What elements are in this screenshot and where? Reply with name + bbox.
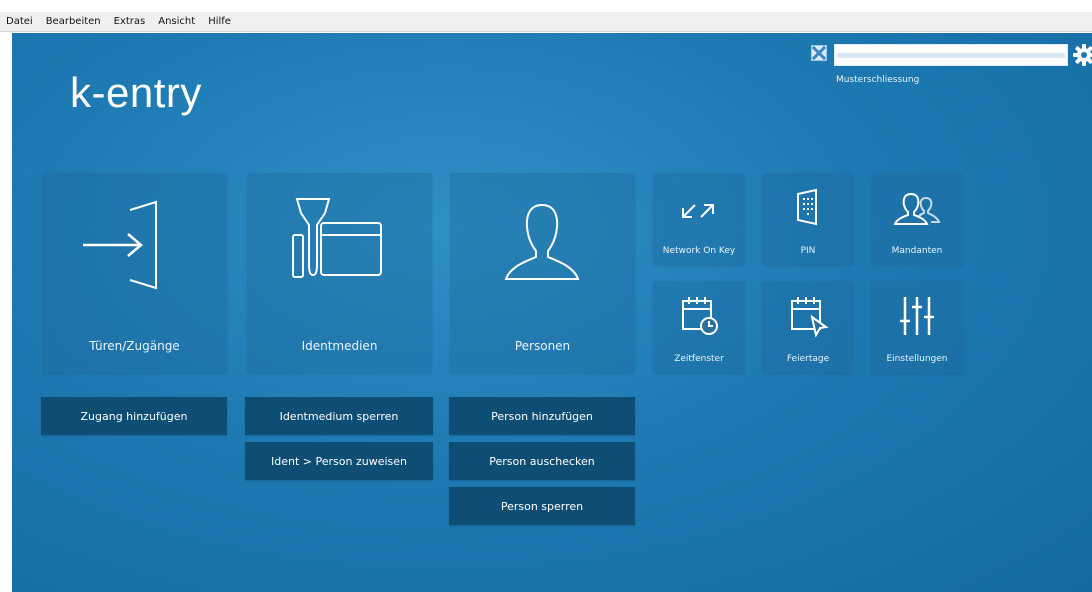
tile-label: Network On Key bbox=[662, 246, 736, 256]
tile-feiertage[interactable]: Feiertage bbox=[762, 281, 854, 373]
calendar-flag-icon bbox=[791, 297, 829, 337]
tile-label: Identmedien bbox=[301, 339, 378, 353]
person-auschecken-button[interactable]: Person auschecken bbox=[449, 442, 635, 480]
main-panel: k-entry Musterschliessung Türen/Zugänge … bbox=[12, 33, 1092, 592]
person-hinzufuegen-button[interactable]: Person hinzufügen bbox=[449, 397, 635, 435]
person-icon bbox=[504, 203, 580, 280]
tile-label: Personen bbox=[514, 339, 571, 353]
tile-label: Zeitfenster bbox=[674, 354, 724, 364]
menu-datei[interactable]: Datei bbox=[6, 16, 33, 27]
tile-label: Türen/Zugänge bbox=[89, 339, 180, 353]
user-selector-fill bbox=[837, 53, 1065, 58]
sync-arrows-icon bbox=[682, 204, 714, 218]
tile-label: Mandanten bbox=[891, 246, 943, 256]
tile-label: PIN bbox=[800, 246, 816, 256]
ident-person-zuweisen-button[interactable]: Ident > Person zuweisen bbox=[245, 442, 433, 480]
person-sperren-button[interactable]: Person sperren bbox=[449, 487, 635, 525]
keypad-icon bbox=[797, 188, 817, 226]
sliders-icon bbox=[900, 297, 934, 335]
user-name: Musterschliessung bbox=[836, 75, 920, 85]
tile-mandanten[interactable]: Mandanten bbox=[871, 173, 963, 265]
tile-tueren-zugaenge[interactable]: Türen/Zugänge bbox=[42, 173, 227, 373]
tile-einstellungen[interactable]: Einstellungen bbox=[871, 281, 963, 373]
menu-hilfe[interactable]: Hilfe bbox=[208, 16, 231, 27]
app-logo: k-entry bbox=[70, 69, 202, 116]
menu-ansicht[interactable]: Ansicht bbox=[158, 16, 195, 27]
tile-pin[interactable]: PIN bbox=[762, 173, 854, 265]
tile-network-on-key[interactable]: Network On Key bbox=[653, 173, 745, 265]
calendar-clock-icon bbox=[682, 297, 718, 335]
menu-bar: Datei Bearbeiten Extras Ansicht Hilfe bbox=[0, 12, 1092, 32]
key-card-icon bbox=[292, 198, 382, 278]
tile-zeitfenster[interactable]: Zeitfenster bbox=[653, 281, 745, 373]
tile-label: Feiertage bbox=[786, 354, 830, 364]
tile-personen[interactable]: Personen bbox=[450, 173, 635, 373]
user-selector[interactable] bbox=[834, 44, 1068, 66]
door-enter-icon bbox=[83, 200, 157, 290]
tile-label: Einstellungen bbox=[886, 354, 948, 364]
identmedium-sperren-button[interactable]: Identmedium sperren bbox=[245, 397, 433, 435]
menu-extras[interactable]: Extras bbox=[114, 16, 146, 27]
gear-icon[interactable] bbox=[1073, 44, 1092, 66]
menu-bearbeiten[interactable]: Bearbeiten bbox=[46, 16, 101, 27]
tile-identmedien[interactable]: Identmedien bbox=[247, 173, 432, 373]
zugang-hinzufuegen-button[interactable]: Zugang hinzufügen bbox=[41, 397, 227, 435]
users-icon bbox=[893, 192, 941, 225]
close-icon[interactable] bbox=[811, 45, 827, 61]
